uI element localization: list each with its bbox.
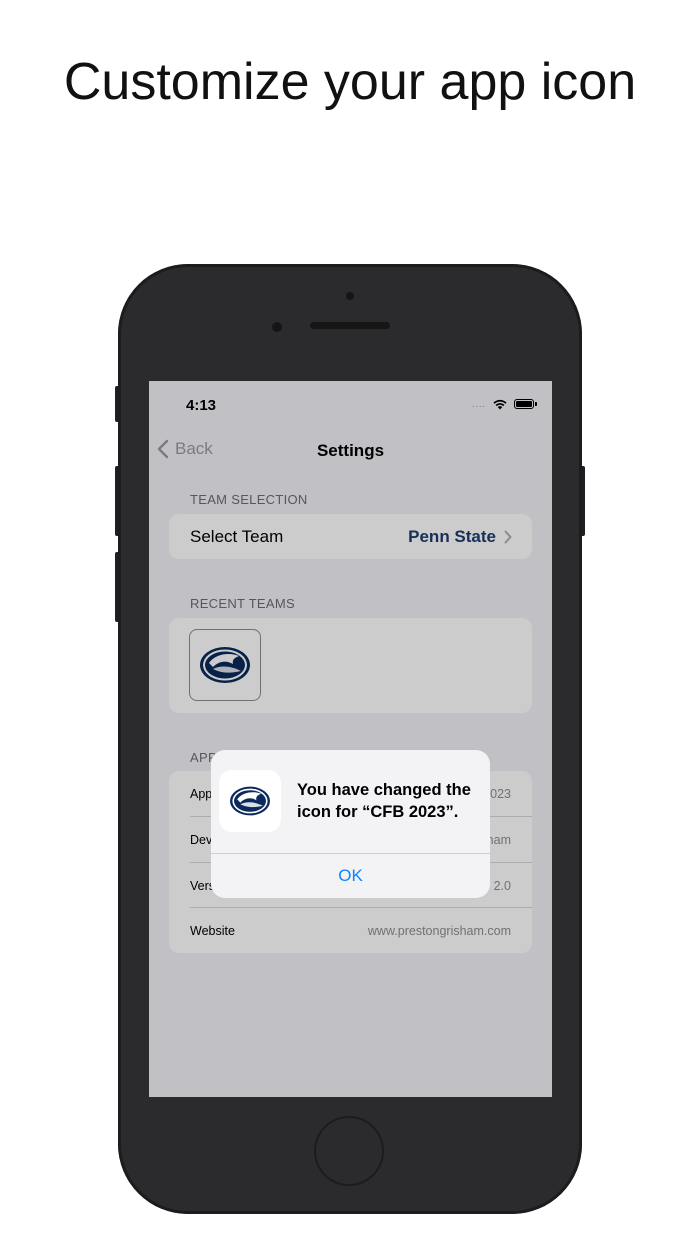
proximity-sensor [272, 322, 282, 332]
alert-message: You have changed the icon for “CFB 2023”… [297, 781, 471, 821]
icon-changed-alert: You have changed the icon for “CFB 2023”… [211, 750, 490, 898]
home-button[interactable] [314, 1116, 384, 1186]
ok-button[interactable]: OK [211, 854, 490, 898]
modal-overlay [149, 381, 552, 1097]
phone-screen: 4:13 .... Back Settings TEAM SELECTION S… [149, 381, 552, 1097]
alert-app-icon [219, 770, 281, 832]
headline: Customize your app icon [63, 53, 637, 111]
screenshot-page: Customize your app icon 4:13 .... Back S… [0, 0, 700, 1244]
earpiece-speaker [310, 322, 390, 329]
penn-state-logo-icon [230, 786, 270, 816]
front-camera [346, 292, 354, 300]
